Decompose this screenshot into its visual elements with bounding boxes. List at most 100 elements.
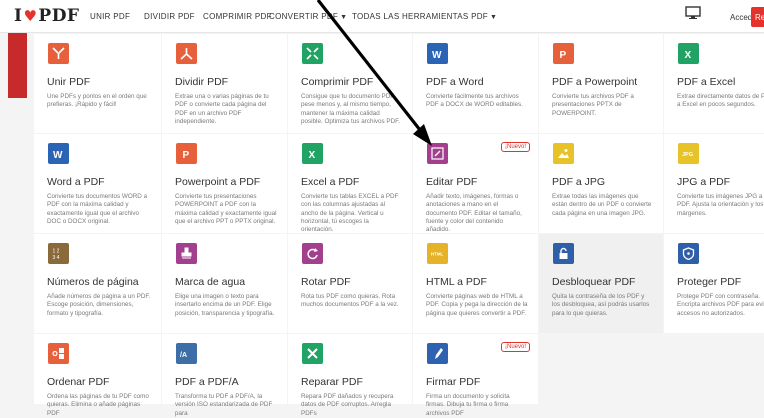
shield-icon — [678, 243, 699, 264]
tool-title: PDF a PDF/A — [175, 376, 239, 388]
tool-title: Reparar PDF — [301, 376, 363, 388]
stamp-icon — [176, 243, 197, 264]
tool-card-sign[interactable]: Firmar PDF Firma un documento y solicita … — [413, 334, 538, 417]
tool-title: PDF a Word — [426, 76, 484, 88]
organize-icon — [48, 343, 69, 364]
register-button[interactable]: Re — [751, 7, 764, 27]
tool-card-edit[interactable]: Editar PDF Añadir texto, imágenes, formas… — [413, 134, 538, 233]
tool-title: Powerpoint a PDF — [175, 176, 261, 188]
tool-title: Firmar PDF — [426, 376, 481, 388]
tool-description: Quita la contraseña de los PDF y los des… — [552, 293, 650, 317]
svg-text:W: W — [53, 150, 63, 160]
repair-icon — [302, 343, 323, 364]
tool-card-merge[interactable]: Unir PDF Une PDFs y ponlos en el orden qu… — [34, 34, 161, 133]
tool-card-stamp[interactable]: Marca de agua Elige una imagen o texto pa… — [162, 234, 287, 333]
tool-title: Excel a PDF — [301, 176, 360, 188]
svg-text:/A: /A — [180, 352, 187, 359]
svg-text:JPG: JPG — [682, 152, 693, 158]
tool-title: Proteger PDF — [677, 276, 742, 288]
tool-title: HTML a PDF — [426, 276, 487, 288]
ilovepdf-logo[interactable]: I♥PDF — [14, 8, 80, 25]
tool-card-word[interactable]: W Word a PDF Convierte tus documentos WORD… — [34, 134, 161, 233]
svg-text:HTML: HTML — [431, 252, 444, 257]
tool-card-jpg[interactable]: JPG JPG a PDF Convierte tus imágenes JPG a… — [664, 134, 764, 233]
svg-text:P: P — [183, 150, 190, 160]
word-icon: W — [427, 43, 448, 64]
tool-title: Unir PDF — [47, 76, 91, 88]
excel-icon: X — [678, 43, 699, 64]
logo-text: PDF — [38, 6, 80, 26]
svg-text:W: W — [432, 50, 442, 60]
tool-description: Rota tus PDF como quieras. Rota muchos d… — [301, 293, 399, 309]
tool-description: Convierte páginas web de HTML a PDF. Cop… — [426, 293, 528, 317]
nav-dividir-pdf[interactable]: DIVIDIR PDF — [144, 12, 195, 21]
svg-text:3 4: 3 4 — [53, 255, 60, 260]
nav-unir-pdf[interactable]: UNIR PDF — [90, 12, 130, 21]
tool-description: Convierte tus tablas EXCEL a PDF con las… — [301, 193, 399, 234]
tool-description: Extrae directamente datos de PDF a Excel… — [677, 93, 764, 109]
tool-card-pdfa[interactable]: /A PDF a PDF/A Transforma tu PDF a PDF/A, … — [162, 334, 287, 417]
pdfa-icon: /A — [176, 343, 197, 364]
tool-card-powerpoint[interactable]: P Powerpoint a PDF Convierte tus presentac… — [162, 134, 287, 233]
desktop-app-icon[interactable] — [685, 6, 701, 19]
tool-card-html[interactable]: HTML HTML a PDF Convierte páginas web de H… — [413, 234, 538, 333]
tool-title: Marca de agua — [175, 276, 246, 288]
tool-title: PDF a Excel — [677, 76, 736, 88]
svg-text:X: X — [309, 150, 316, 160]
powerpoint-icon: P — [553, 43, 574, 64]
tool-title: Desbloquear PDF — [552, 276, 636, 288]
heart-icon: ♥ — [23, 7, 38, 25]
left-sidebar-strip — [0, 33, 34, 404]
tool-description: Añadir texto, imágenes, formas o anotaci… — [426, 193, 522, 234]
tool-card-image[interactable]: PDF a JPG Extrae todas las imágenes que e… — [539, 134, 663, 233]
nav-todas-herramientas[interactable]: TODAS LAS HERRAMIENTAS PDF ▼ — [352, 12, 497, 21]
nav-convertir-pdf[interactable]: CONVERTIR PDF ▼ — [269, 12, 347, 21]
tool-description: Consigue que tu documento PDF pese menos… — [301, 93, 401, 125]
tool-card-page-numbers[interactable]: 1 23 4 Números de página Añade números de … — [34, 234, 161, 333]
split-icon — [176, 43, 197, 64]
tool-description: Protege PDF con contraseña. Encripta arc… — [677, 293, 764, 317]
tool-card-word[interactable]: W PDF a Word Convierte fácilmente tus arch… — [413, 34, 538, 133]
tool-description: Repara PDF dañados y recupera datos de P… — [301, 393, 394, 417]
svg-text:1 2: 1 2 — [53, 249, 60, 255]
tool-card-powerpoint[interactable]: P PDF a Powerpoint Convierte tus archivos … — [539, 34, 663, 133]
unlock-icon — [553, 243, 574, 264]
html-icon: HTML — [427, 243, 448, 264]
tool-title: Ordenar PDF — [47, 376, 110, 388]
sign-icon — [427, 343, 448, 364]
tool-description: Añade números de página a un PDF. Escoge… — [47, 293, 151, 317]
logo-letter: I — [14, 6, 23, 26]
merge-icon — [48, 43, 69, 64]
tool-card-shield[interactable]: Proteger PDF Protege PDF con contraseña. … — [664, 234, 764, 333]
tool-card-excel[interactable]: X PDF a Excel Extrae directamente datos de… — [664, 34, 764, 133]
image-icon — [553, 143, 574, 164]
tool-title: Rotar PDF — [301, 276, 351, 288]
tool-card-organize[interactable]: Ordenar PDF Ordena las páginas de tu PDF … — [34, 334, 161, 417]
tool-card-unlock[interactable]: Desbloquear PDF Quita la contraseña de lo… — [539, 234, 663, 333]
tool-card-excel[interactable]: X Excel a PDF Convierte tus tablas EXCEL a… — [288, 134, 412, 233]
tool-title: Números de página — [47, 276, 139, 288]
powerpoint-icon: P — [176, 143, 197, 164]
tool-card-compress[interactable]: Comprimir PDF Consigue que tu documento P… — [288, 34, 412, 133]
new-badge: ¡Nuevo! — [500, 142, 530, 152]
svg-text:X: X — [685, 50, 692, 60]
tool-title: Editar PDF — [426, 176, 478, 188]
compress-icon — [302, 43, 323, 64]
tool-card-rotate[interactable]: Rotar PDF Rota tus PDF como quieras. Rota… — [288, 234, 412, 333]
new-badge: ¡Nuevo! — [500, 342, 530, 352]
tool-description: Extrae una o varias páginas de tu PDF o … — [175, 93, 269, 125]
tool-description: Elige una imagen o texto para insertarlo… — [175, 293, 275, 317]
excel-icon: X — [302, 143, 323, 164]
rotate-icon — [302, 243, 323, 264]
top-navigation-bar: I♥PDF UNIR PDF DIVIDIR PDF COMPRIMIR PDF… — [0, 0, 764, 33]
tool-description: Ordena las páginas de tu PDF como quiera… — [47, 393, 149, 417]
nav-comprimir-pdf[interactable]: COMPRIMIR PDF — [203, 12, 272, 21]
tool-title: PDF a Powerpoint — [552, 76, 638, 88]
caret-down-icon: ▼ — [489, 14, 498, 21]
edit-icon — [427, 143, 448, 164]
tool-card-split[interactable]: Dividir PDF Extrae una o varias páginas d… — [162, 34, 287, 133]
tool-title: Word a PDF — [47, 176, 105, 188]
tool-description: Convierte tus documentos WORD a PDF con … — [47, 193, 148, 225]
tool-card-repair[interactable]: Reparar PDF Repara PDF dañados y recupera… — [288, 334, 412, 417]
sidebar-red-accent — [8, 33, 27, 98]
